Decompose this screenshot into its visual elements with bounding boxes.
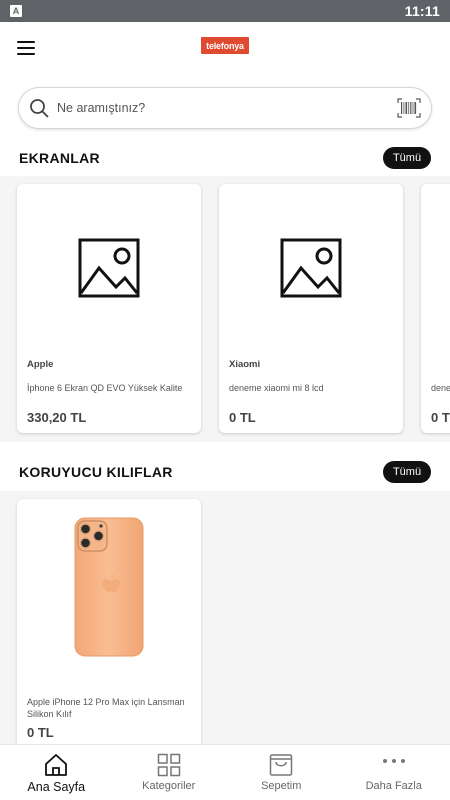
status-bar: A 11:11 — [0, 0, 450, 22]
nav-label: Ana Sayfa — [27, 780, 86, 794]
product-row-ekranlar: Apple İphone 6 Ekran QD EVO Yüksek Kalit… — [0, 176, 450, 442]
bottom-navigation: Ana Sayfa Kategoriler Sepetim Daha Fazla — [0, 744, 450, 800]
product-price: 0 TL — [229, 410, 256, 425]
section-title-ekranlar: EKRANLAR — [19, 150, 100, 166]
nav-categories[interactable]: Kategoriler — [113, 745, 226, 800]
shopping-bag-icon — [270, 754, 293, 776]
status-time: 11:11 — [404, 3, 440, 19]
product-row-koruyucu-kiliflar: Apple iPhone 12 Pro Max için Lansman Sil… — [0, 491, 450, 744]
nav-label: Kategoriler — [142, 780, 196, 792]
nav-cart[interactable]: Sepetim — [225, 745, 338, 800]
home-icon — [45, 754, 68, 776]
search-icon — [30, 99, 49, 118]
product-card[interactable]: dene 0 T — [421, 184, 450, 433]
phone-case-image — [74, 517, 144, 656]
app-bar: telefonya — [0, 22, 450, 74]
hamburger-menu-icon[interactable] — [17, 41, 35, 55]
nav-more[interactable]: Daha Fazla — [338, 745, 450, 800]
see-all-button-koruyucu-kiliflar[interactable]: Tümü — [383, 461, 431, 483]
product-card[interactable]: Xiaomi deneme xiaomi mi 8 lcd 0 TL — [219, 184, 403, 433]
product-name: deneme xiaomi mi 8 lcd — [229, 383, 324, 393]
image-placeholder-icon — [78, 238, 140, 298]
nav-label: Sepetim — [261, 780, 302, 792]
product-image — [17, 499, 201, 674]
product-image — [219, 184, 403, 352]
image-placeholder-icon — [280, 238, 342, 298]
nav-label: Daha Fazla — [365, 780, 422, 792]
product-brand: Xiaomi — [229, 359, 261, 370]
product-name: İphone 6 Ekran QD EVO Yüksek Kalite — [27, 383, 183, 393]
see-all-button-ekranlar[interactable]: Tümü — [383, 147, 431, 169]
product-card[interactable]: Apple iPhone 12 Pro Max için Lansman Sil… — [17, 499, 201, 744]
brand-logo[interactable]: telefonya — [201, 37, 249, 54]
product-brand: Apple — [27, 359, 54, 370]
search-bar[interactable] — [18, 87, 432, 129]
product-price: 0 T — [431, 410, 450, 425]
notification-icon: A — [10, 5, 22, 17]
section-title-koruyucu-kiliflar: KORUYUCU KILIFLAR — [19, 464, 173, 480]
product-name: dene — [431, 383, 450, 393]
grid-icon — [157, 753, 180, 777]
more-dots-icon — [382, 759, 405, 763]
product-name: Apple iPhone 12 Pro Max için Lansman Sil… — [27, 697, 185, 719]
search-input[interactable] — [57, 88, 387, 128]
product-price: 330,20 TL — [27, 410, 87, 425]
nav-home[interactable]: Ana Sayfa — [0, 745, 113, 800]
product-price: 0 TL — [27, 725, 54, 740]
barcode-scan-icon[interactable] — [397, 98, 421, 118]
product-card[interactable]: Apple İphone 6 Ekran QD EVO Yüksek Kalit… — [17, 184, 201, 433]
product-image — [17, 184, 201, 352]
